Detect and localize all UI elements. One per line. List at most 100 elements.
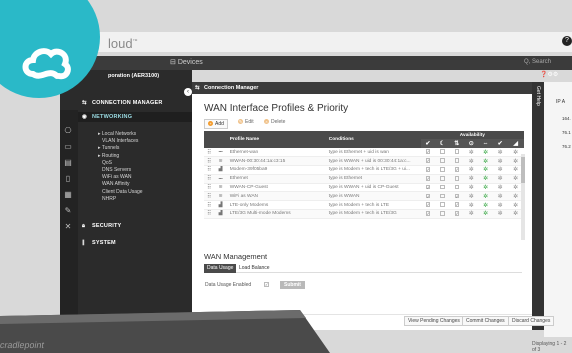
- availability-checkbox[interactable]: [440, 202, 445, 207]
- availability-checkbox[interactable]: [454, 149, 460, 154]
- availability-checkbox[interactable]: ✓: [425, 149, 431, 154]
- table-row[interactable]: ⠿ ⎓ Ethernet type is Ethernet ✓ ✲ ✲ ✲ ✲: [204, 174, 524, 184]
- availability-checkbox[interactable]: [440, 193, 445, 199]
- drag-handle-icon[interactable]: ⠿: [207, 150, 211, 156]
- availability-checkbox[interactable]: ✓: [454, 202, 460, 207]
- gear-icon[interactable]: ✲: [483, 167, 488, 173]
- availability-checkbox[interactable]: [454, 184, 460, 190]
- availability-checkbox[interactable]: ✓: [454, 211, 460, 216]
- document-icon[interactable]: ▤: [60, 158, 76, 174]
- gear-icon[interactable]: ✲: [498, 176, 503, 182]
- help-icon[interactable]: ?: [562, 36, 572, 46]
- gear-icon[interactable]: ✲: [513, 176, 518, 182]
- gear-icon[interactable]: ✲: [483, 159, 488, 165]
- gear-icon[interactable]: ✲: [483, 211, 488, 217]
- drag-handle-icon[interactable]: ⠿: [207, 167, 211, 173]
- gear-icon[interactable]: ✲: [498, 194, 503, 200]
- tools-icon[interactable]: ✕: [60, 222, 76, 238]
- gear-icon[interactable]: ✲: [483, 194, 488, 200]
- availability-checkbox[interactable]: [440, 211, 445, 216]
- gear-icon[interactable]: ✲: [483, 150, 488, 156]
- sidebar-item-tunnels[interactable]: ▸ Tunnels: [98, 145, 119, 151]
- availability-checkbox[interactable]: ✓: [425, 184, 431, 190]
- availability-checkbox[interactable]: [440, 184, 445, 190]
- sidebar-item-system[interactable]: ∥ SYSTEM: [82, 240, 116, 246]
- availability-checkbox[interactable]: [440, 167, 445, 172]
- gear-icon[interactable]: ✲: [513, 167, 518, 173]
- gear-icon[interactable]: ✲: [469, 203, 474, 209]
- tab-load-balance[interactable]: Load Balance: [236, 264, 273, 273]
- submit-button[interactable]: Submit: [280, 281, 305, 289]
- sidebar-item-client-data-usage[interactable]: Client Data Usage: [102, 189, 143, 195]
- drag-handle-icon[interactable]: ⠿: [207, 185, 211, 191]
- table-row[interactable]: ⠿ ≋ WiFi as WAN type is WWAN ✓ ✓ ✲ ✲ ✲ ✲: [204, 191, 524, 202]
- conditions-header[interactable]: Conditions: [325, 131, 421, 148]
- gear-icon[interactable]: ✲: [513, 211, 518, 217]
- availability-checkbox[interactable]: [440, 158, 445, 163]
- sidebar-item-vlan-interfaces[interactable]: VLAN Interfaces: [102, 138, 138, 144]
- sidebar-item-dns-servers[interactable]: DNS Servers: [102, 167, 131, 173]
- table-row[interactable]: ⠿ ▟ LTE-only Modems type is Modem + tech is…: [204, 200, 524, 211]
- table-scroll-thumb[interactable]: [521, 157, 525, 183]
- drag-handle-icon[interactable]: ⠿: [207, 203, 211, 209]
- availability-checkbox[interactable]: [454, 158, 460, 163]
- sidebar-item-security[interactable]: 🔒︎ SECURITY: [82, 223, 121, 229]
- gear-icon[interactable]: ✲: [498, 185, 503, 191]
- availability-checkbox[interactable]: [440, 149, 445, 154]
- collapse-icon[interactable]: ‹: [184, 88, 192, 96]
- delete-button[interactable]: × Delete: [264, 119, 285, 125]
- sidebar-item-nhrp[interactable]: NHRP: [102, 196, 116, 202]
- gear-icon[interactable]: ✲: [498, 150, 503, 156]
- tab-devices[interactable]: ⊟ Devices: [170, 58, 203, 66]
- edit-icon[interactable]: ✎: [60, 206, 76, 222]
- availability-checkbox[interactable]: ✓: [454, 167, 460, 172]
- drag-handle-icon[interactable]: ⠿: [207, 211, 211, 217]
- availability-checkbox[interactable]: ✓: [454, 193, 460, 199]
- monitor-icon[interactable]: ▭: [60, 142, 76, 158]
- availability-checkbox[interactable]: ✓: [425, 202, 431, 207]
- sidebar-item-local-networks[interactable]: ▸ Local Networks: [98, 131, 136, 137]
- sidebar-item-qos[interactable]: QoS: [102, 160, 112, 166]
- data-usage-checkbox[interactable]: ✓: [264, 282, 269, 288]
- drag-handle-icon[interactable]: ⠿: [207, 176, 211, 182]
- sidebar-item-routing[interactable]: ▸ Routing: [98, 153, 119, 159]
- sidebar-item-wifi-as-wan[interactable]: WiFi as WAN: [102, 174, 132, 180]
- gear-icon[interactable]: ✲: [469, 159, 474, 165]
- window-controls[interactable]: ❓⚙⚙: [540, 71, 558, 78]
- add-button[interactable]: + Add: [204, 119, 228, 129]
- availability-checkbox[interactable]: ✓: [425, 167, 431, 172]
- gear-icon[interactable]: ✲: [483, 176, 488, 182]
- sidebar-item-wan-affinity[interactable]: WAN Affinity: [102, 181, 130, 187]
- sidebar-item-networking[interactable]: ◉ NETWORKING: [82, 114, 132, 120]
- availability-checkbox[interactable]: ✓: [425, 193, 431, 199]
- availability-checkbox[interactable]: ✓: [425, 176, 431, 181]
- table-row[interactable]: ⠿ ≋ WWAN-00:30:44:1a:c3:15 type is WWAN + u…: [204, 156, 524, 167]
- table-row[interactable]: ⠿ ⎓ Ethernet-wan type is Ethernet + uid is …: [204, 148, 524, 158]
- availability-checkbox[interactable]: ✓: [425, 211, 431, 216]
- network-icon[interactable]: ⎔: [60, 126, 76, 142]
- availability-checkbox[interactable]: [454, 176, 460, 181]
- gear-icon[interactable]: ✲: [483, 185, 488, 191]
- gear-icon[interactable]: ✲: [498, 211, 503, 217]
- gear-icon[interactable]: ✲: [469, 185, 474, 191]
- gear-icon[interactable]: ✲: [513, 203, 518, 209]
- gear-icon[interactable]: ✲: [513, 185, 518, 191]
- tab-data-usage[interactable]: Data Usage: [204, 264, 237, 273]
- gear-icon[interactable]: ✲: [469, 194, 474, 200]
- gear-icon[interactable]: ✲: [498, 203, 503, 209]
- gear-icon[interactable]: ✲: [469, 211, 474, 217]
- availability-checkbox[interactable]: [440, 176, 445, 181]
- gear-icon[interactable]: ✲: [513, 150, 518, 156]
- table-row[interactable]: ⠿ ≋ WWAN-CP-Guest type is WWAN + uid is CP-…: [204, 183, 524, 193]
- table-row[interactable]: ⠿ ▟ LTE/3G Multi-mode Modems type is Modem …: [204, 209, 524, 219]
- gear-icon[interactable]: ✲: [469, 176, 474, 182]
- gear-icon[interactable]: ✲: [513, 194, 518, 200]
- drag-handle-icon[interactable]: ⠿: [207, 159, 211, 165]
- gear-icon[interactable]: ✲: [469, 167, 474, 173]
- edit-button[interactable]: ✎ Edit: [238, 119, 254, 125]
- get-help-label[interactable]: Get Help: [535, 86, 541, 106]
- clipboard-icon[interactable]: ▯: [60, 174, 76, 190]
- gear-icon[interactable]: ✲: [498, 159, 503, 165]
- sidebar-item-connection-manager[interactable]: ⇆ CONNECTION MANAGER: [82, 100, 163, 106]
- drag-handle-icon[interactable]: ⠿: [207, 194, 211, 200]
